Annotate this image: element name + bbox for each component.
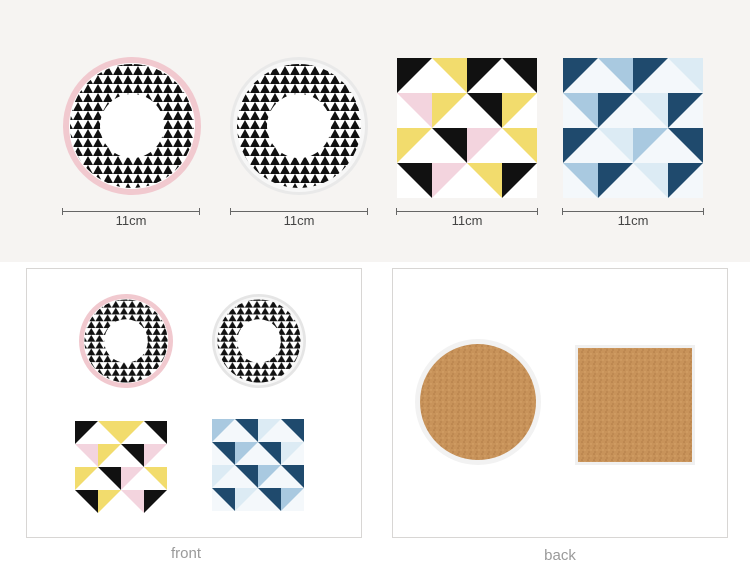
back-panel (392, 268, 728, 538)
back-square-coaster-cork (575, 345, 695, 465)
back-round-coaster-cork (415, 339, 541, 465)
dimension-label: 11cm (283, 213, 315, 228)
round-coaster-white (230, 57, 368, 195)
back-caption: back (544, 547, 576, 564)
front-round-coaster-pink (79, 294, 173, 388)
square-coaster-blue (563, 58, 703, 198)
dimension-2: 11cm (230, 208, 368, 228)
dimension-label: 11cm (617, 213, 649, 228)
round-coaster-pink (63, 57, 201, 195)
front-caption: front (170, 545, 201, 562)
dimension-3: 11cm (396, 208, 538, 228)
dimension-4: 11cm (562, 208, 704, 228)
front-square-coaster-blue (212, 419, 304, 511)
front-round-coaster-white (212, 294, 306, 388)
square-coaster-yellow (397, 58, 537, 198)
dimension-1: 11cm (62, 208, 200, 228)
dimension-label: 11cm (115, 213, 147, 228)
dimension-label: 11cm (451, 213, 483, 228)
front-square-coaster-yellow (75, 421, 167, 513)
front-panel (26, 268, 362, 538)
